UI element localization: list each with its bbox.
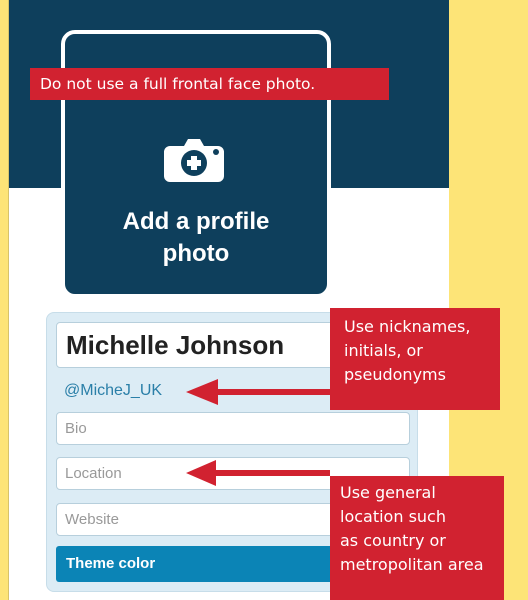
location-note: Use general location such as country or … bbox=[330, 476, 504, 600]
add-photo-label: Add a profile photo bbox=[65, 206, 327, 270]
bio-input[interactable]: Bio bbox=[56, 412, 410, 445]
location-note-line: as country or bbox=[340, 531, 446, 550]
nickname-note-line: initials, or bbox=[344, 341, 423, 360]
location-note-line: location such bbox=[340, 507, 446, 526]
face-photo-note: Do not use a full frontal face photo. bbox=[30, 68, 389, 100]
nickname-note-line: Use nicknames, bbox=[344, 317, 471, 336]
add-photo-label-line2: photo bbox=[162, 240, 230, 267]
location-note-line: metropolitan area bbox=[340, 555, 484, 574]
nickname-note-line: pseudonyms bbox=[344, 365, 446, 384]
camera-add-icon bbox=[164, 139, 224, 182]
nickname-note: Use nicknames, initials, or pseudonyms bbox=[330, 308, 500, 410]
add-photo-label-line1: Add a profile bbox=[122, 208, 270, 235]
location-note-line: Use general bbox=[340, 483, 436, 502]
username-handle: @MicheJ_UK bbox=[64, 382, 163, 399]
